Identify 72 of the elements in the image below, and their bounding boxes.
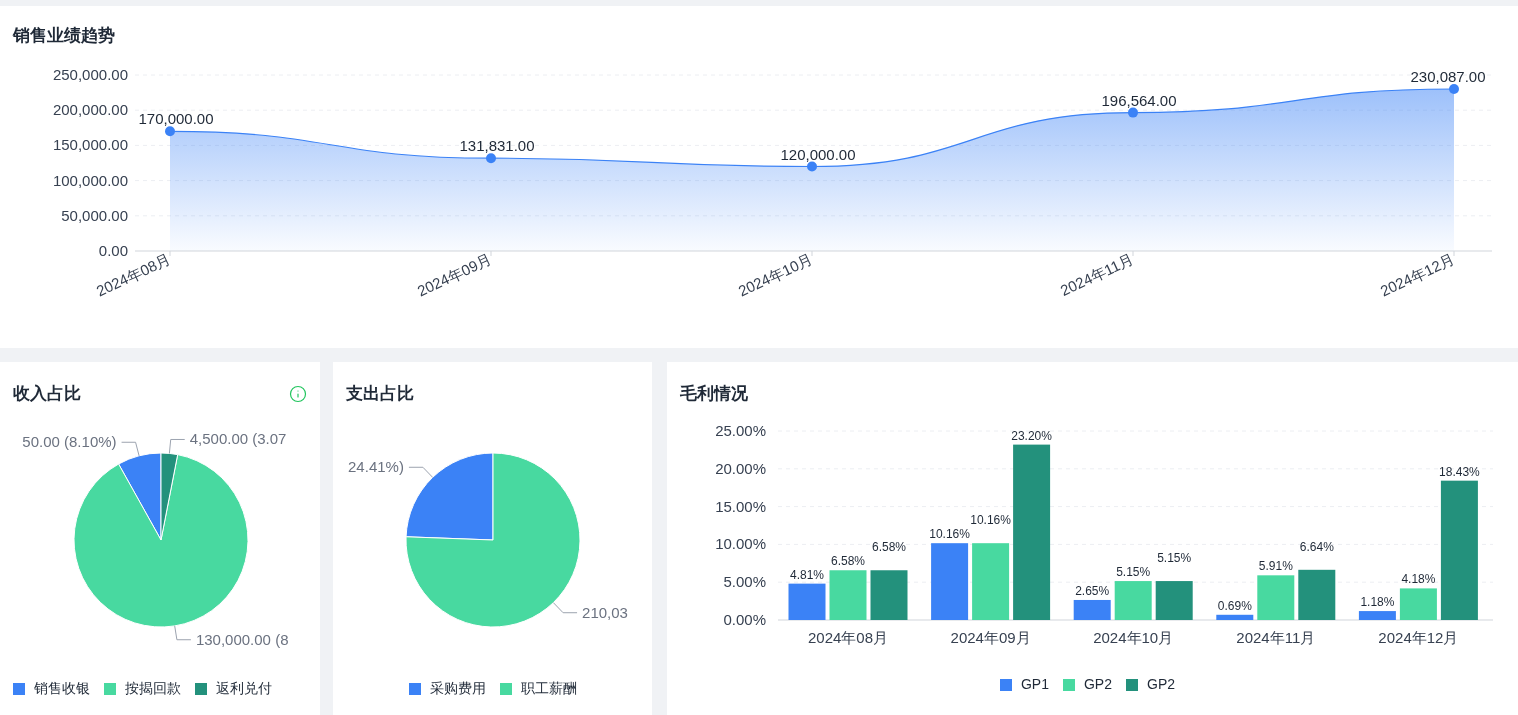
card-title: 支出占比 [346,383,414,406]
data-label: 196,564.00 [1101,91,1177,109]
data-point [1449,84,1459,94]
data-label: 6.58% [831,554,865,569]
data-label: 5.91% [1258,559,1293,574]
card-title: 毛利情况 [680,383,748,406]
slice-label: 4,500.00 (3.07 [189,430,287,448]
legend-label[interactable]: 职工薪酬 [520,678,577,699]
legend-label[interactable]: GP2 [1147,674,1175,695]
axis-label: 2024年11月 [1057,250,1137,300]
data-point [1128,107,1138,118]
data-label: 6.58% [872,540,906,555]
axis-label: 25.00% [715,422,766,439]
info-icon[interactable] [289,385,307,403]
leader-line [121,441,140,457]
data-label: 10.16% [929,527,970,542]
data-label: 5.15% [1116,565,1151,580]
slice-label: 210,03 [582,603,628,621]
axis-label: 150,000.00 [52,136,128,154]
data-label: 170,000.00 [138,110,214,128]
data-label: 0.69% [1217,598,1252,613]
axis-label: 2024年10月 [735,250,816,300]
legend-label[interactable]: 按揭回款 [125,678,181,699]
data-label: 18.43% [1439,464,1480,479]
data-label: 2.65% [1075,583,1110,598]
legend-label[interactable]: GP2 [1084,674,1112,695]
leader-line [408,466,434,478]
axis-label: 2024年08月 [807,629,889,646]
data-label: 6.64% [1299,539,1334,554]
leader-line [552,602,578,614]
data-label: 120,000.00 [780,145,856,163]
axis-label: 10.00% [715,535,766,553]
legend-label[interactable]: GP1 [1020,674,1049,695]
axis-label: 250,000.00 [52,66,128,83]
axis-label: 2024年12月 [1377,250,1458,300]
data-point [165,126,175,137]
data-label: 10.16% [970,513,1011,528]
axis-label: 0.00 [98,242,128,259]
legend-label[interactable]: 销售收银 [34,678,90,699]
leader-line [174,625,192,641]
axis-label: 15.00% [715,497,766,515]
axis-label: 50,000.00 [61,206,128,224]
data-label: 23.20% [1011,428,1052,443]
card-title: 收入占比 [13,383,81,406]
data-point [807,161,817,172]
legend-swatch-icon [999,678,1012,691]
legend-swatch-icon [1126,678,1138,691]
axis-label: 2024年09月 [950,629,1031,646]
data-label: 4.18% [1401,572,1436,587]
data-label: 131,831.00 [459,137,535,155]
data-label: 5.15% [1157,551,1192,566]
leader-line [168,438,186,454]
axis-label: 2024年10月 [1093,629,1174,646]
axis-label: 100,000.00 [52,171,128,189]
axis-label: 2024年12月 [1378,629,1459,646]
axis-label: 2024年11月 [1236,629,1316,646]
legend-label[interactable]: 采购费用 [429,678,486,699]
slice-label: 130,000.00 (8 [195,630,289,648]
axis-label: 2024年09月 [414,250,495,300]
data-point [486,153,496,164]
data-label: 4.81% [790,567,824,582]
slice-label: 50.00 (8.10%) [22,433,117,451]
data-label: 230,087.00 [1410,68,1486,85]
card-title: 销售业绩趋势 [13,25,115,48]
axis-label: 0.00% [723,611,766,628]
legend-swatch-icon [1063,678,1075,691]
axis-label: 200,000.00 [52,101,128,119]
axis-label: 5.00% [723,573,766,591]
slice-label: 24.41%) [348,458,404,476]
axis-label: 20.00% [715,459,766,477]
data-label: 1.18% [1360,595,1395,610]
legend-label[interactable]: 返利兑付 [216,678,272,699]
